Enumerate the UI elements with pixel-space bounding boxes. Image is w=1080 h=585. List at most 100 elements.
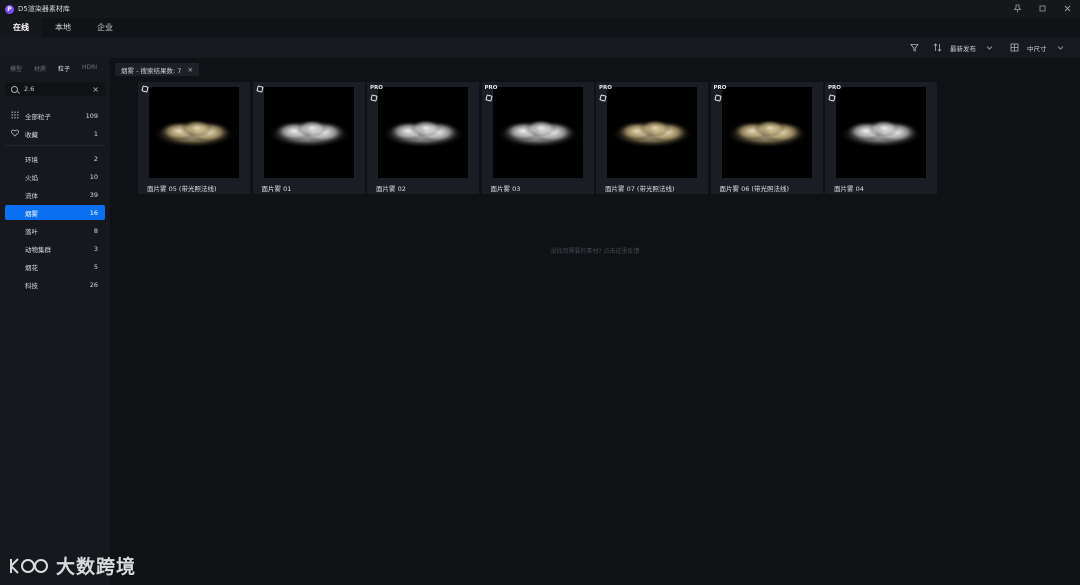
smoke-preview [724, 119, 809, 148]
asset-thumbnail [607, 87, 697, 178]
tab-models[interactable]: 模型 [10, 64, 34, 73]
feedback-hint[interactable]: 没找到需要的素材? 点击这里反馈 [110, 246, 1080, 255]
sidebar-item-fluid[interactable]: 流体 39 [5, 187, 105, 202]
asset-title: 面片雾 06 (带光照法线) [719, 185, 789, 193]
app-logo: P [5, 4, 14, 14]
sidebar-item-environment[interactable]: 环境 2 [5, 151, 105, 166]
sidebar-item-count: 3 [93, 244, 98, 253]
asset-card[interactable]: PRO 面片雾 02 [367, 82, 479, 194]
sort-label: 最新发布 [950, 44, 976, 53]
asset-title: 面片雾 05 (带光照法线) [147, 185, 217, 193]
asset-title: 面片雾 04 [834, 185, 864, 193]
particle-cube-icon [599, 94, 607, 102]
smoke-preview [152, 119, 236, 148]
sidebar-item-label: 烟雾 [25, 209, 38, 218]
asset-thumbnail [378, 87, 468, 178]
asset-thumbnail [263, 87, 354, 178]
size-label: 中尺寸 [1027, 44, 1047, 53]
asset-card[interactable]: 面片雾 01 [252, 82, 365, 194]
sidebar-item-smoke[interactable]: 烟雾 16 [5, 205, 105, 220]
sidebar-item-label: 落叶 [25, 227, 38, 236]
sidebar-item-label: 火焰 [25, 173, 38, 182]
asset-title: 面片雾 03 [490, 185, 521, 193]
asset-title: 面片雾 02 [376, 185, 406, 193]
sort-dropdown[interactable]: 最新发布 [933, 41, 993, 54]
search-value: 2.6 [24, 85, 35, 93]
sidebar-item-count: 16 [89, 208, 98, 217]
sidebar-item-count: 1 [93, 129, 98, 138]
watermark-logo [10, 558, 48, 574]
sidebar-item-favorites[interactable]: 收藏 1 [5, 126, 105, 141]
tab-hdri[interactable]: HDRI [82, 64, 106, 73]
sidebar-item-count: 109 [85, 111, 98, 120]
watermark-text: 大数跨境 [56, 555, 137, 578]
smoke-preview [839, 119, 923, 148]
pro-badge: PRO [484, 85, 498, 91]
sidebar-item-leaves[interactable]: 落叶 8 [5, 223, 105, 238]
particle-cube-icon [141, 85, 149, 93]
chevron-down-icon [986, 46, 993, 50]
sidebar-item-label: 烟花 [25, 263, 38, 272]
asset-title: 面片雾 07 (带光照法线) [605, 185, 675, 193]
sidebar-item-label: 环境 [25, 155, 38, 164]
sidebar-item-tech[interactable]: 科技 26 [5, 277, 105, 292]
restore-icon[interactable] [1037, 4, 1047, 14]
asset-card[interactable]: PRO 面片雾 03 [481, 82, 594, 194]
title-bar: P D5渲染器素材库 [0, 0, 1080, 18]
pro-badge: PRO [599, 85, 612, 91]
size-dropdown[interactable]: 中尺寸 [1010, 41, 1064, 54]
close-icon[interactable]: × [187, 66, 193, 74]
category-tabs: 模型 材质 粒子 HDRI [0, 58, 110, 73]
asset-card[interactable]: PRO 面片雾 07 (带光照法线) [596, 82, 708, 194]
sidebar-item-count: 5 [93, 262, 98, 271]
sidebar: 模型 材质 粒子 HDRI 2.6 × 全部粒子 109 收藏 1 环境 2 火… [0, 58, 110, 585]
tab-local[interactable]: 本地 [42, 18, 84, 37]
sidebar-item-count: 8 [93, 226, 98, 235]
tab-online[interactable]: 在线 [0, 18, 42, 37]
asset-thumbnail [492, 87, 583, 178]
sidebar-item-label: 全部粒子 [25, 112, 51, 121]
particle-cube-icon [484, 94, 493, 102]
smoke-preview [381, 119, 465, 148]
watermark: 大数跨境 [8, 550, 136, 580]
asset-thumbnail [836, 87, 926, 178]
smoke-preview [266, 119, 351, 148]
pin-icon[interactable] [1012, 4, 1022, 14]
sidebar-item-label: 科技 [25, 281, 38, 290]
asset-card[interactable]: PRO 面片雾 04 [825, 82, 937, 194]
pro-badge: PRO [370, 85, 383, 91]
sidebar-item-animal-swarm[interactable]: 动物集群 3 [5, 241, 105, 256]
toolbar: 最新发布 中尺寸 [0, 37, 1080, 58]
filter-button[interactable] [910, 41, 919, 54]
clear-search-icon[interactable]: × [92, 85, 99, 94]
sidebar-item-fireworks[interactable]: 烟花 5 [5, 259, 105, 274]
tab-materials[interactable]: 材质 [34, 64, 58, 73]
sidebar-item-label: 流体 [25, 191, 38, 200]
heart-icon [11, 129, 19, 139]
particle-cube-icon [828, 94, 836, 102]
search-input[interactable]: 2.6 × [5, 82, 105, 96]
filter-chip[interactable]: 烟雾 - 搜索结果数: 7 × [115, 63, 200, 76]
tab-enterprise[interactable]: 企业 [84, 18, 126, 37]
asset-thumbnail [721, 87, 812, 178]
sidebar-item-all[interactable]: 全部粒子 109 [5, 108, 105, 123]
grid-icon [1010, 43, 1019, 52]
pro-badge: PRO [828, 85, 841, 91]
source-tabs: 在线 本地 企业 [0, 18, 1080, 37]
tab-particles[interactable]: 粒子 [58, 64, 82, 73]
pro-badge: PRO [713, 85, 727, 91]
sidebar-item-count: 10 [89, 172, 98, 181]
sidebar-item-count: 26 [89, 280, 98, 289]
window-title: D5渲染器素材库 [18, 5, 70, 13]
asset-card[interactable]: PRO 面片雾 06 (带光照法线) [710, 82, 823, 194]
grid-dots-icon [11, 111, 19, 121]
asset-card[interactable]: 面片雾 05 (带光照法线) [138, 82, 250, 194]
smoke-preview [495, 119, 580, 148]
close-icon[interactable] [1062, 4, 1072, 14]
sidebar-item-count: 39 [89, 190, 98, 199]
chevron-down-icon [1057, 46, 1063, 50]
particle-cube-icon [255, 85, 264, 93]
sidebar-item-fire[interactable]: 火焰 10 [5, 169, 105, 184]
sidebar-item-count: 2 [93, 154, 98, 163]
asset-thumbnail [149, 87, 239, 178]
